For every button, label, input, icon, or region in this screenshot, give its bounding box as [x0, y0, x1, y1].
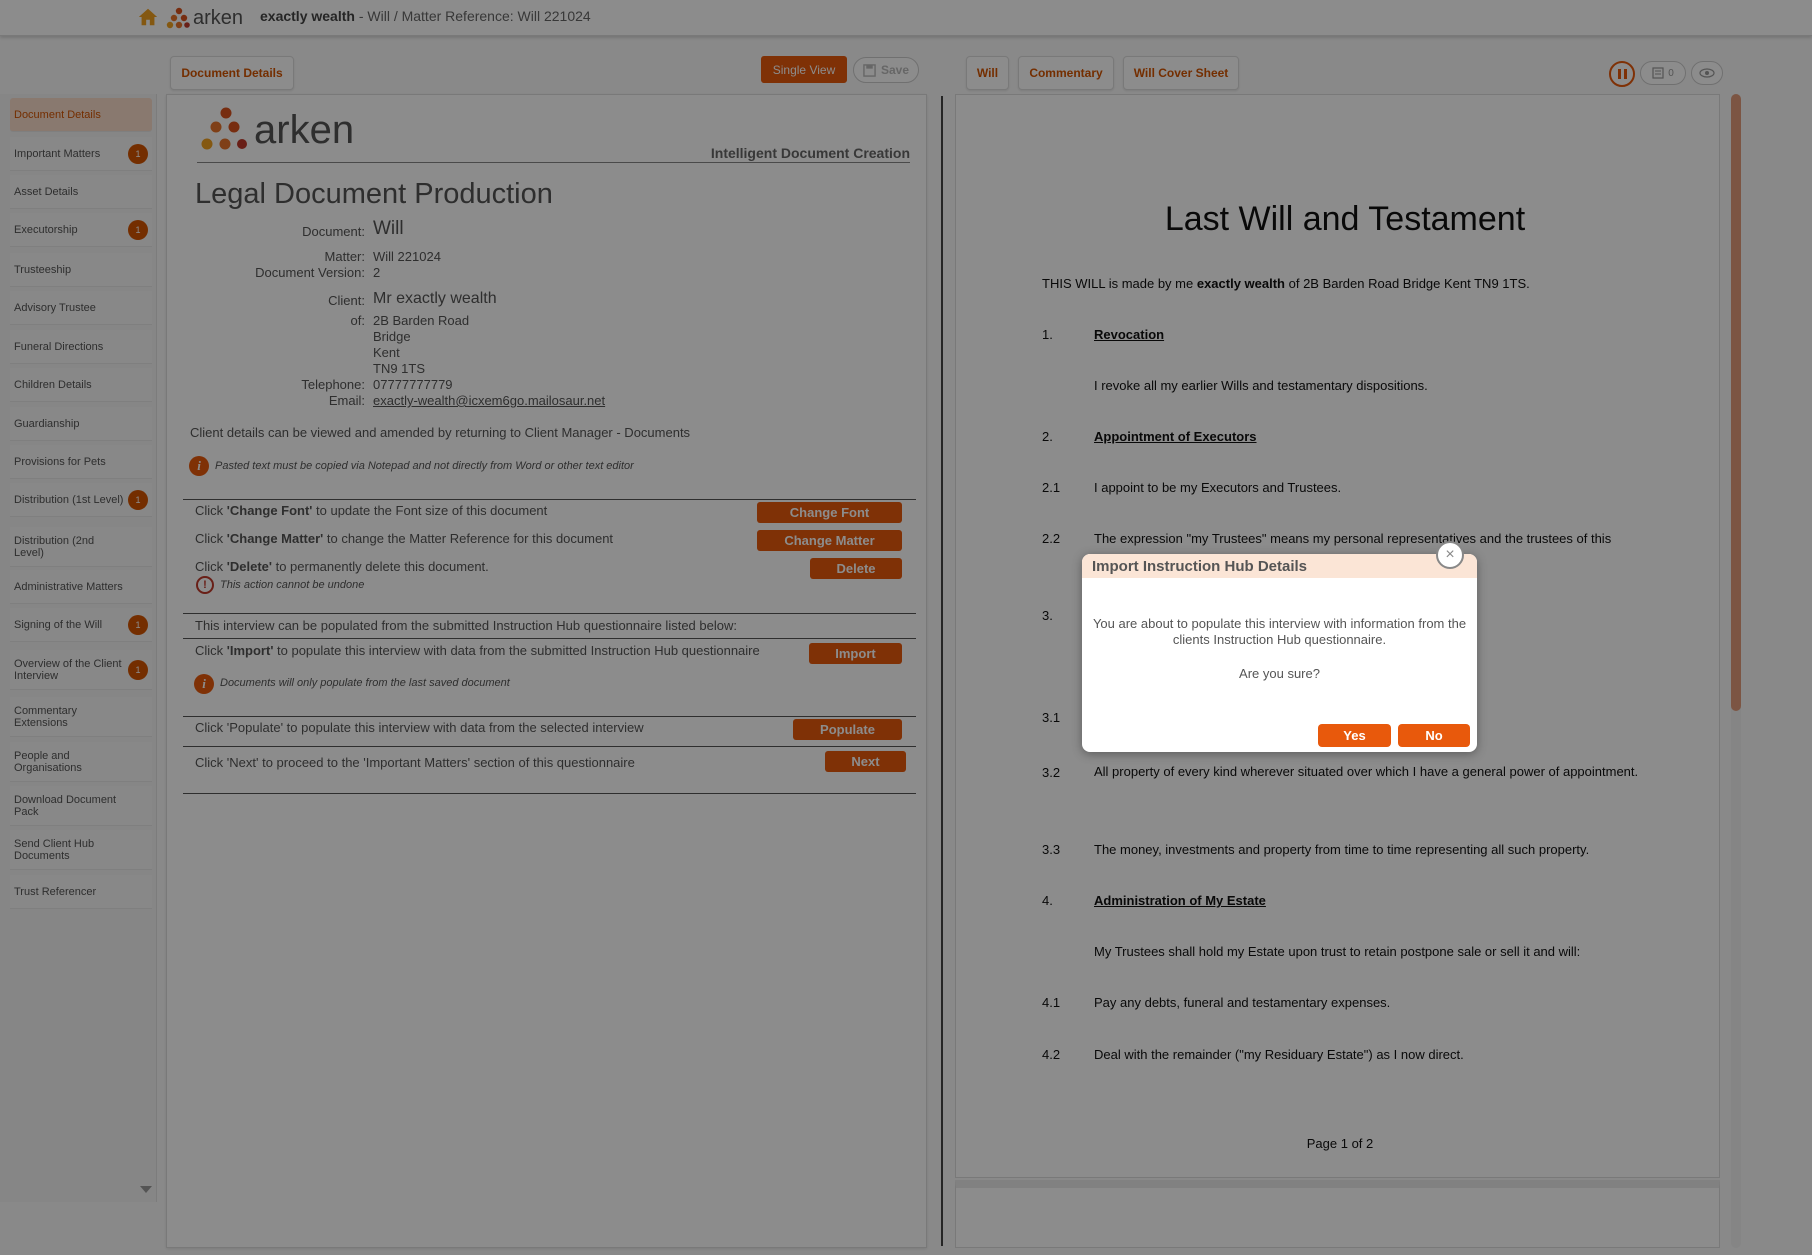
no-button[interactable]: No: [1398, 724, 1470, 747]
dialog-title: Import Instruction Hub Details: [1082, 554, 1477, 578]
dialog-question: Are you sure?: [1239, 666, 1320, 681]
modal-backdrop[interactable]: [0, 0, 1812, 1255]
import-confirm-dialog: Import Instruction Hub Details You are a…: [1082, 554, 1477, 752]
dialog-message: You are about to populate this interview…: [1092, 616, 1467, 647]
yes-button[interactable]: Yes: [1318, 724, 1391, 747]
close-icon[interactable]: ×: [1436, 541, 1464, 569]
